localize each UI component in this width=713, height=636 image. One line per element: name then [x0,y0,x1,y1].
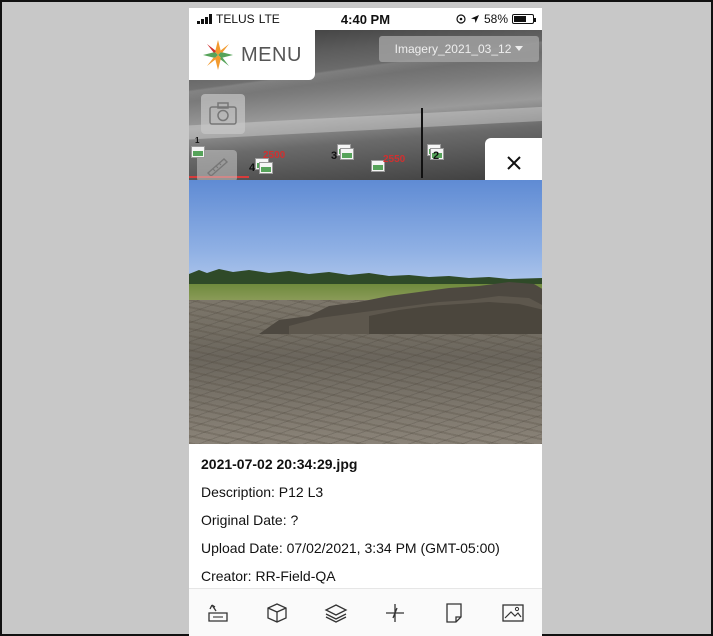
menu-button[interactable]: MENU [189,30,315,80]
map-pointer-button[interactable] [202,597,234,629]
battery-percent: 58% [483,12,508,26]
photo-pin[interactable]: 3 [331,144,354,164]
battery-icon [512,14,536,24]
close-button[interactable] [485,138,542,180]
photo-original-date: Original Date: ? [201,512,299,528]
photo-dirt-pile [259,282,542,334]
crosshair-button[interactable] [379,597,411,629]
phone-screen: TELUS LTE 4:40 PM 58% MENU Imagery_2021_… [189,8,542,636]
map-view[interactable]: MENU Imagery_2021_03_12 4 3 2 1 2500 255… [189,30,542,180]
photo-upload-date: Upload Date: 07/02/2021, 3:34 PM (GMT-05… [201,540,500,556]
box-button[interactable] [261,597,293,629]
photo-pin[interactable]: 2 [421,144,444,164]
chevron-down-icon [515,46,524,52]
map-pointer-icon [207,603,229,623]
photo-pin-count: 2 [433,150,440,162]
photo-preview[interactable] [189,180,542,444]
image-button[interactable] [497,597,529,629]
photo-pin-count: 4 [249,162,256,174]
imagery-select-value: Imagery_2021_03_12 [394,42,512,56]
photo-pin-card [340,148,354,160]
image-icon [501,603,525,623]
note-button[interactable] [438,597,470,629]
close-icon [506,156,521,170]
distance-label: 2500 [263,150,286,161]
photo-pin[interactable]: 1 [191,136,213,162]
layers-button[interactable] [320,597,352,629]
camera-button[interactable] [201,94,245,134]
photo-pin-count: 1 [195,136,200,145]
photo-description: Description: P12 L3 [201,484,324,500]
photo-pin-card [259,162,273,174]
menu-label: MENU [241,43,302,66]
distance-label: 2550 [383,154,406,165]
layers-icon [324,603,348,623]
bottom-toolbar [189,588,542,636]
app-logo-icon [201,38,235,72]
camera-icon [208,102,238,126]
box-icon [266,602,288,624]
location-arrow-icon [470,14,480,24]
photo-creator: Creator: RR-Field-QA [201,568,336,584]
location-lock-icon [456,14,466,24]
crosshair-icon [384,602,406,624]
note-icon [445,602,463,624]
imagery-select[interactable]: Imagery_2021_03_12 [379,36,539,62]
photo-filename: 2021-07-02 20:34:29.jpg [201,456,358,472]
photo-pin-card [191,146,205,158]
photo-details: 2021-07-02 20:34:29.jpg Description: P12… [189,444,542,592]
status-right: 58% [456,12,536,26]
status-bar: TELUS LTE 4:40 PM 58% [189,8,542,30]
photo-pin-count: 3 [331,150,338,162]
map-boundary-line [421,108,423,178]
